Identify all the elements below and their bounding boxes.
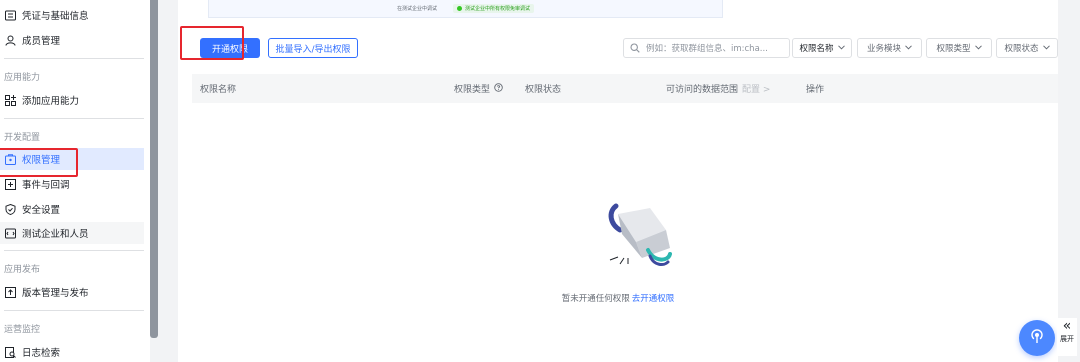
search-placeholder: 例如：获取群组信息、im:cha... [646, 44, 768, 54]
column-type-label: 权限类型 [454, 85, 491, 95]
column-scope: 可访问的数据范围 配置 > [666, 74, 770, 103]
column-action: 操作 [806, 74, 824, 103]
sidebar-item-label: 测试企业和人员 [22, 229, 89, 240]
main-area: 在测试企业中调试 测试企业中所有权限免审调试 开通权限 批量导入/导出权限 例如… [160, 0, 1080, 362]
help-circle-icon[interactable] [494, 82, 503, 95]
batch-import-export-button[interactable]: 批量导入/导出权限 [268, 38, 358, 58]
highlight-box [180, 26, 244, 60]
column-type: 权限类型 [454, 74, 503, 103]
column-scope-label: 可访问的数据范围 [666, 85, 739, 95]
sidebar-divider [4, 58, 144, 59]
chevron-down-icon [837, 43, 845, 53]
shield-icon [4, 203, 16, 215]
table-header: 权限名称 权限类型 权限状态 可访问的数据范围 配置 > 操作 [192, 74, 1058, 103]
section-title-ops: 运营监控 [4, 325, 41, 335]
sidebar: 凭证与基础信息 成员管理 应用能力 添加应用能力 开发配置 权限管理 事件与回调… [0, 0, 150, 362]
permissions-card: 在测试企业中调试 测试企业中所有权限免审调试 开通权限 批量导入/导出权限 例如… [178, 0, 1058, 362]
search-input[interactable]: 例如：获取群组信息、im:cha... [623, 38, 790, 58]
filter-label: 权限名称 [799, 44, 834, 54]
go-enable-permission-link[interactable]: 去开通权限 [632, 294, 675, 304]
chevron-down-icon [1042, 43, 1050, 53]
sidebar-item-security[interactable]: 安全设置 [0, 198, 144, 220]
search-icon [630, 43, 640, 53]
upload-icon [4, 286, 16, 298]
filter-permission-type[interactable]: 权限类型 [926, 38, 992, 58]
expand-label: 展开 [1060, 335, 1074, 343]
expand-panel-toggle[interactable]: « 展开 [1057, 318, 1077, 356]
sidebar-item-label: 事件与回调 [22, 180, 70, 191]
sidebar-item-label: 凭证与基础信息 [22, 11, 89, 22]
column-name-label: 权限名称 [200, 85, 237, 95]
sidebar-item-label: 版本管理与发布 [22, 288, 89, 299]
filter-label: 业务模块 [866, 44, 901, 54]
sidebar-divider [4, 310, 144, 311]
sidebar-item-label: 成员管理 [22, 36, 61, 47]
sidebar-item-label: 日志检索 [22, 348, 61, 359]
broadcast-icon [1028, 327, 1046, 349]
sidebar-item-label: 安全设置 [22, 205, 61, 216]
sidebar-item-add-ability[interactable]: 添加应用能力 [0, 89, 144, 111]
status-dot-icon [457, 6, 462, 11]
section-title-dev-config: 开发配置 [4, 133, 41, 143]
test-icon [4, 227, 16, 239]
test-banner: 在测试企业中调试 测试企业中所有权限免审调试 [208, 0, 723, 18]
chevron-down-icon [974, 43, 982, 53]
column-name: 权限名称 [200, 74, 236, 103]
chevron-down-icon [905, 43, 912, 53]
sidebar-item-label: 添加应用能力 [22, 96, 80, 107]
sidebar-item-members[interactable]: 成员管理 [0, 29, 144, 51]
assistant-float-button[interactable] [1019, 320, 1055, 356]
sidebar-item-test-enterprise[interactable]: 测试企业和人员 [0, 222, 144, 244]
banner-chip: 测试企业中所有权限免审调试 [453, 4, 535, 13]
grid-plus-icon [4, 94, 16, 106]
column-status-label: 权限状态 [525, 85, 562, 95]
user-icon [4, 34, 16, 46]
developer-console: 凭证与基础信息 成员管理 应用能力 添加应用能力 开发配置 权限管理 事件与回调… [0, 0, 1080, 362]
sidebar-scrollbar[interactable] [150, 0, 158, 338]
filter-permission-name[interactable]: 权限名称 [792, 38, 852, 58]
sidebar-item-credentials[interactable]: 凭证与基础信息 [0, 4, 144, 26]
log-search-icon [4, 346, 16, 358]
filter-label: 权限状态 [1004, 44, 1039, 54]
banner-chip-label: 测试企业中所有权限免审调试 [465, 6, 531, 12]
empty-state-text: 暂未开通任何权限 去开通权限 [178, 292, 1058, 304]
column-status: 权限状态 [525, 74, 561, 103]
credential-icon [4, 9, 16, 21]
empty-state-illustration [598, 200, 678, 280]
filter-label: 权限类型 [936, 44, 971, 54]
section-title-publish: 应用发布 [4, 265, 41, 275]
empty-message: 暂未开通任何权限 [561, 294, 630, 304]
sidebar-item-events[interactable]: 事件与回调 [0, 173, 144, 195]
banner-text: 在测试企业中调试 [396, 6, 437, 12]
sidebar-divider [4, 250, 144, 251]
scope-config-link[interactable]: 配置 > [742, 82, 770, 95]
double-chevron-left-icon: « [1062, 318, 1072, 334]
event-icon [4, 178, 16, 190]
sidebar-item-versions[interactable]: 版本管理与发布 [0, 281, 144, 303]
column-action-label: 操作 [806, 85, 825, 95]
filter-business-module[interactable]: 业务模块 [857, 38, 922, 58]
section-title-app-ability: 应用能力 [4, 73, 41, 83]
sidebar-divider [4, 118, 144, 119]
filter-permission-status[interactable]: 权限状态 [996, 38, 1058, 58]
sidebar-item-log-search[interactable]: 日志检索 [0, 341, 144, 362]
